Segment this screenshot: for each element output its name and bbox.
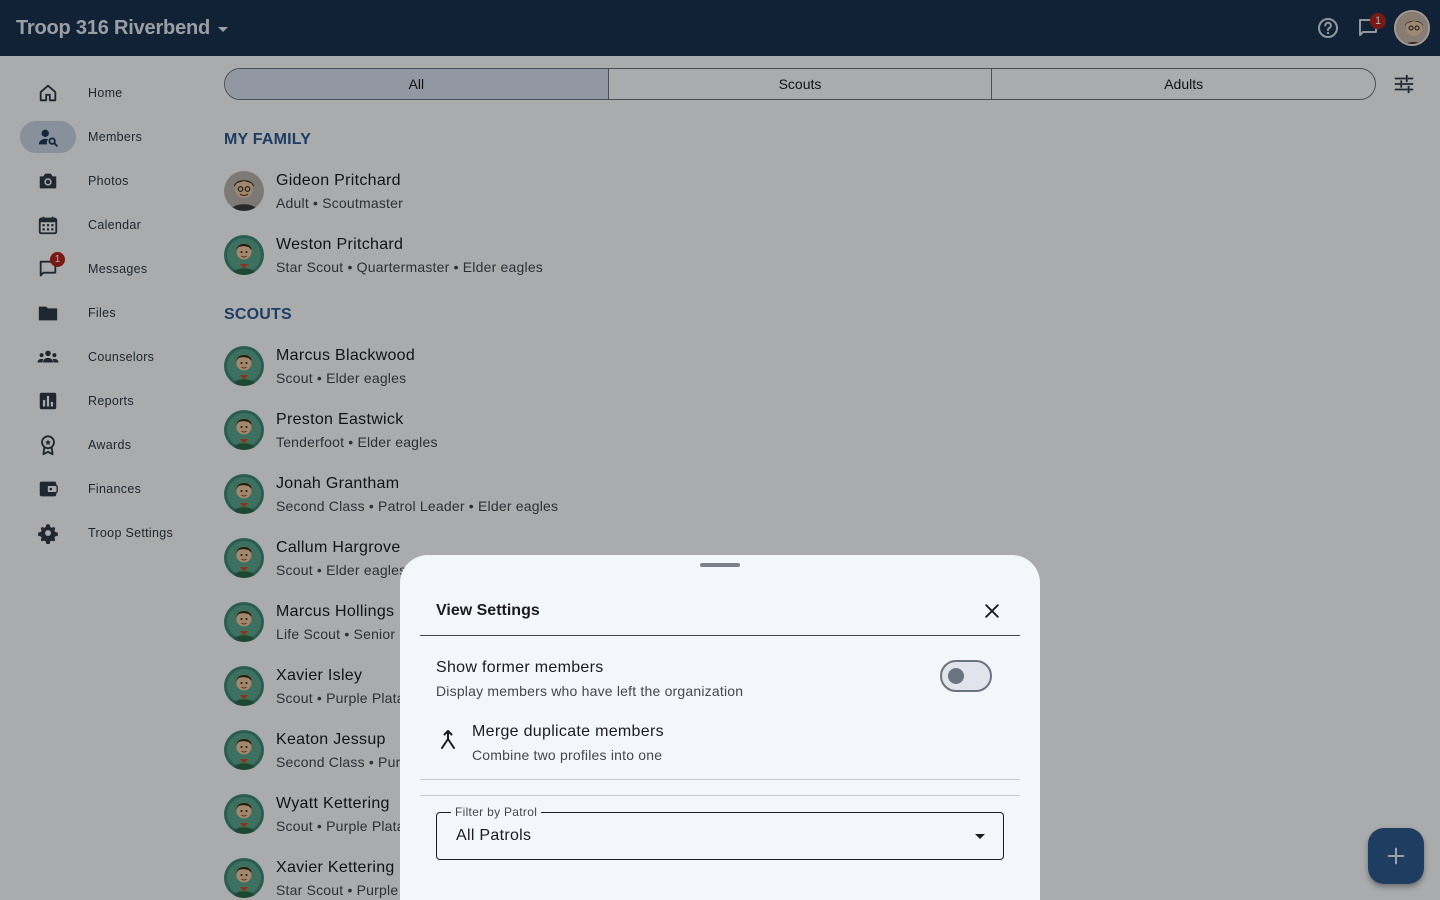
divider bbox=[420, 795, 1020, 796]
merge-subtitle: Combine two profiles into one bbox=[472, 747, 663, 763]
former-members-title: Show former members bbox=[436, 659, 604, 676]
divider bbox=[420, 635, 1020, 636]
former-members-switch[interactable] bbox=[940, 660, 992, 692]
merge-title: Merge duplicate members bbox=[472, 723, 664, 740]
former-members-subtitle: Display members who have left the organi… bbox=[436, 683, 744, 699]
view-settings-sheet: View Settings Show former members Displa… bbox=[400, 555, 1040, 900]
switch-knob bbox=[948, 668, 964, 684]
sheet-title: View Settings bbox=[436, 602, 540, 619]
patrol-filter-label: Filter by Patrol bbox=[451, 805, 542, 819]
patrol-filter-value: All Patrols bbox=[456, 827, 532, 844]
drag-handle[interactable] bbox=[700, 563, 740, 567]
patrol-filter-select[interactable]: Filter by Patrol All Patrols bbox=[436, 805, 1004, 860]
dropdown-arrow-icon bbox=[975, 834, 985, 839]
close-button[interactable] bbox=[972, 591, 1012, 631]
divider bbox=[420, 779, 1020, 780]
close-icon bbox=[985, 604, 999, 618]
merge-icon bbox=[441, 730, 455, 749]
